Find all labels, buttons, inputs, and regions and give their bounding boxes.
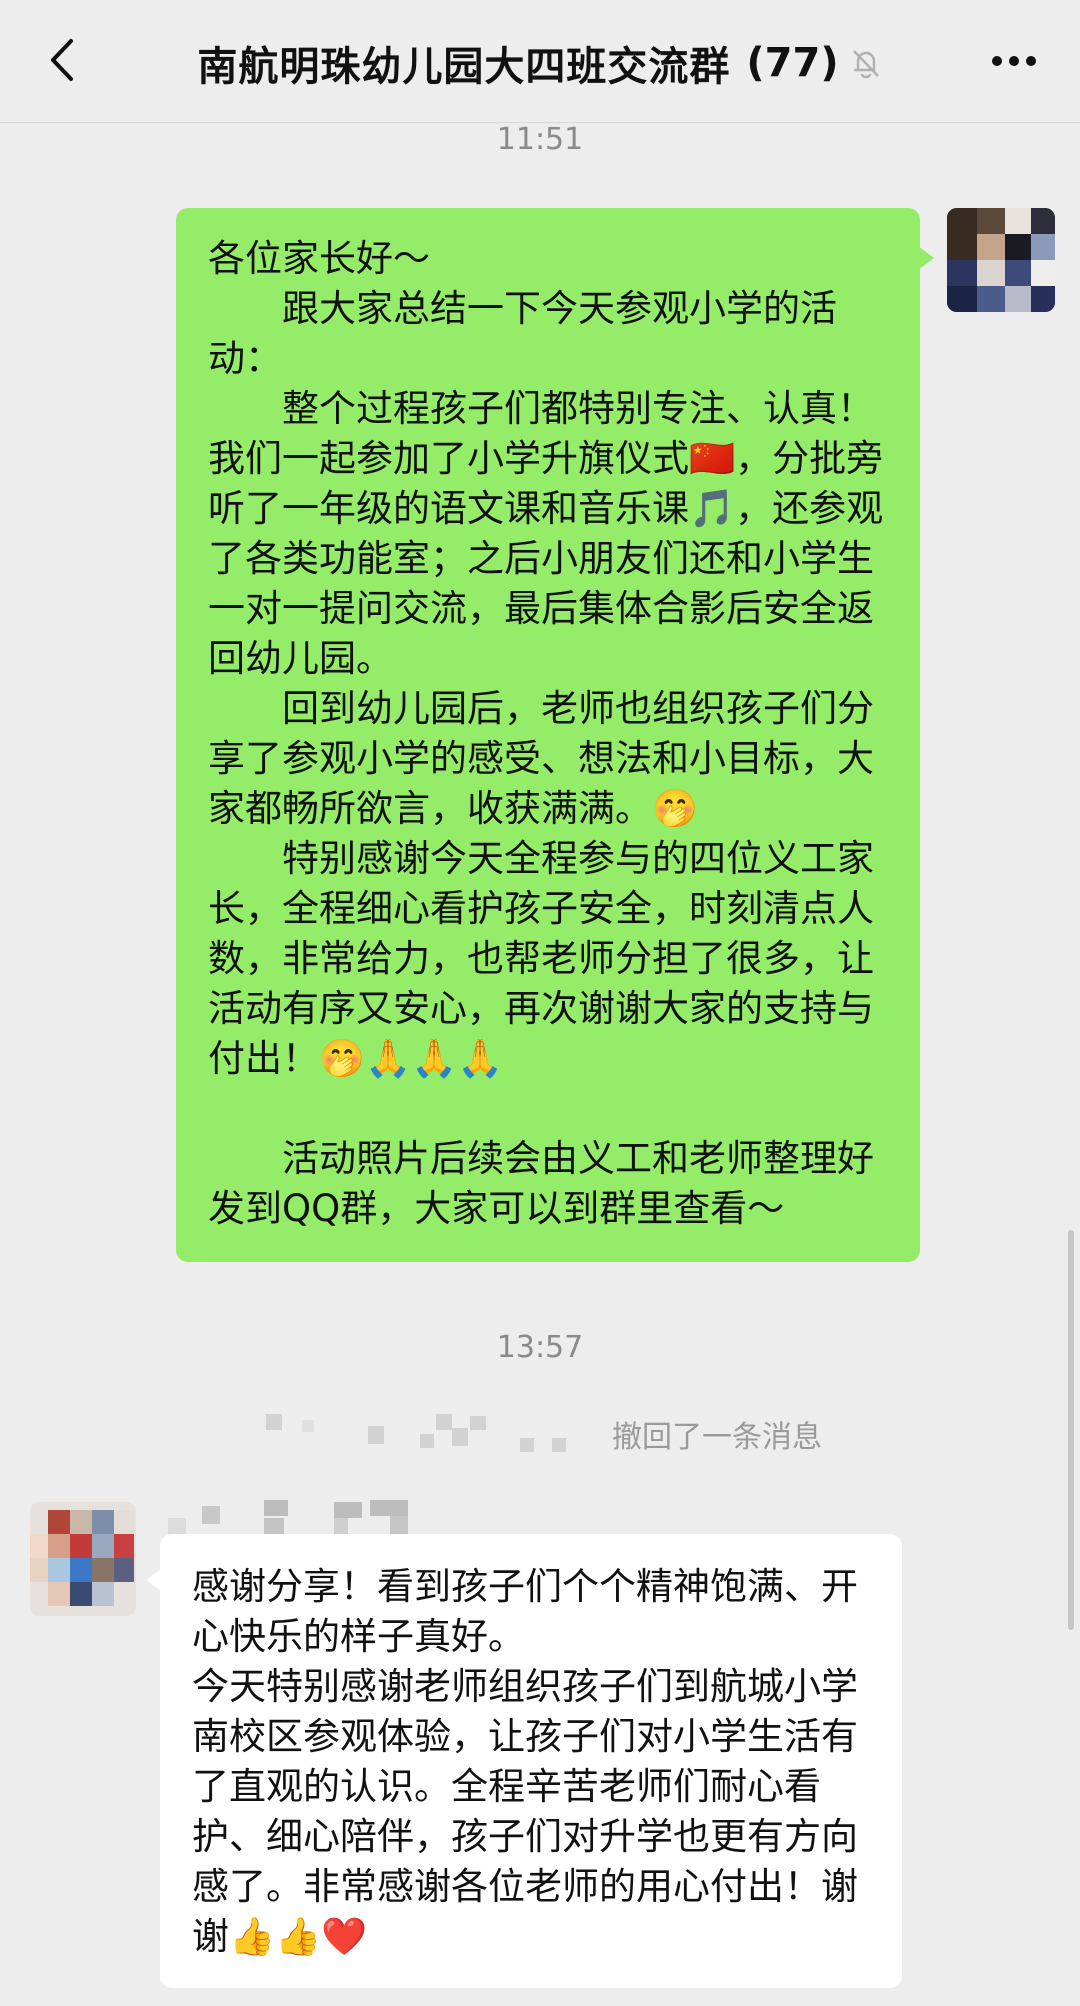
message-paragraph: 回到幼儿园后，老师也组织孩子们分享了参观小学的感受、想法和小目标，大家都畅所欲言… — [208, 687, 874, 830]
avatar-self[interactable] — [947, 208, 1055, 312]
received-message-bubble[interactable]: 感谢分享！看到孩子们个个精神饱满、开心快乐的样子真好。 今天特别感谢老师组织孩子… — [146, 1534, 902, 1988]
message-paragraph: 整个过程孩子们都特别专注、认真！我们一起参加了小学升旗仪式🇨🇳，分批旁听了一年级… — [208, 387, 884, 680]
recall-text: 撤回了一条消息 — [612, 1420, 822, 1455]
chat-title-group[interactable]: 南航明珠幼儿园大四班交流群 (77) — [197, 34, 882, 92]
chat-title: 南航明珠幼儿园大四班交流群 — [197, 44, 731, 90]
sent-message-bubble[interactable]: 各位家长好～ 跟大家总结一下今天参观小学的活动： 整个过程孩子们都特别专注、认真… — [176, 208, 934, 1262]
member-count: (77) — [746, 40, 839, 86]
message-paragraph — [208, 1084, 890, 1134]
timestamp: 13:57 — [496, 1330, 584, 1365]
message-paragraph: 各位家长好～ — [208, 237, 430, 280]
message-paragraph: 活动照片后续会由义工和老师整理好发到QQ群，大家可以到群里查看～ — [208, 1137, 874, 1230]
bell-muted-icon — [849, 46, 883, 80]
back-button[interactable] — [36, 34, 88, 86]
chat-header: 南航明珠幼儿园大四班交流群 (77) — [0, 0, 1080, 123]
scrollbar[interactable] — [1068, 1230, 1074, 1630]
message-paragraph: 感谢分享！看到孩子们个个精神饱满、开心快乐的样子真好。 — [192, 1565, 858, 1658]
timestamp: 11:51 — [496, 122, 584, 157]
message-paragraph: 跟大家总结一下今天参观小学的活动： — [208, 287, 837, 380]
message-paragraph: 特别感谢今天全程参与的四位义工家长，全程细心看护孩子安全，时刻清点人数，非常给力… — [208, 837, 874, 1080]
avatar-sender[interactable] — [30, 1502, 136, 1616]
more-dots-icon — [992, 56, 1036, 66]
recall-notice: 撤回了一条消息 — [0, 1410, 1080, 1460]
message-paragraph: 今天特别感谢老师组织孩子们到航城小学南校区参观体验，让孩子们对小学生活有了直观的… — [192, 1665, 858, 1958]
more-options-button[interactable] — [984, 36, 1044, 86]
chevron-left-icon — [51, 39, 73, 81]
